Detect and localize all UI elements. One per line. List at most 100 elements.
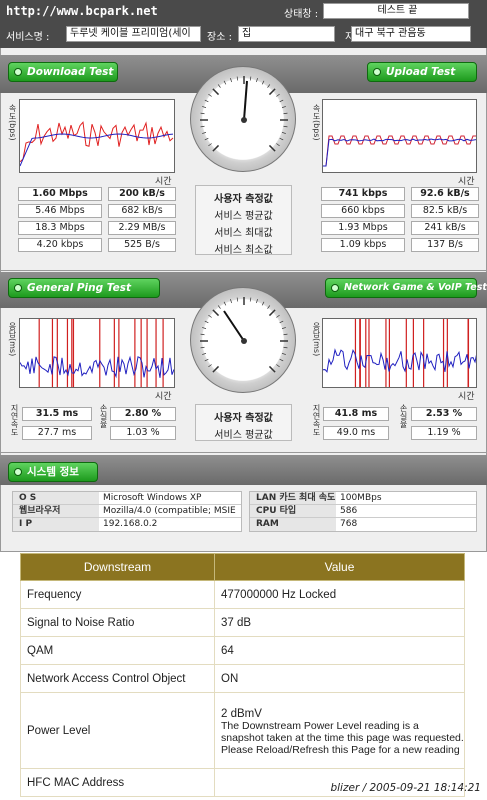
- region-field[interactable]: 대구 북구 관음동: [351, 26, 471, 42]
- gauge-tick: [202, 353, 207, 355]
- status-label: 상태창 :: [284, 9, 319, 20]
- gauge-tick: [279, 137, 284, 141]
- speed-gauge: [190, 66, 296, 172]
- gauge-tick: [276, 364, 280, 368]
- game-user-loss: 2.53 %: [411, 407, 477, 421]
- col-header-value: Value: [214, 553, 465, 581]
- gauge-tick: [202, 106, 207, 108]
- game-avg-loss: 1.19 %: [411, 426, 477, 440]
- button-dot-icon: [14, 284, 22, 292]
- table-row: Network Access Control Object ON: [20, 664, 465, 693]
- table-row: Signal to Noise Ratio 37 dB: [20, 608, 465, 637]
- watermark: blizer / 2005-09-21 18:14:21: [330, 782, 481, 794]
- gauge-needle: [243, 80, 248, 121]
- upload-user-bps: 741 kbps: [321, 187, 405, 201]
- service-field[interactable]: 두루넷 케이블 프리미엄(세이: [66, 26, 201, 42]
- gauge-tick: [200, 346, 205, 349]
- mid-label-user: 사용자 측정값: [214, 413, 273, 424]
- gauge-tick: [267, 305, 271, 309]
- table-row: Power Level 2 dBmV The Downstream Power …: [20, 692, 465, 769]
- system-info-button[interactable]: 시스템 정보: [8, 462, 98, 482]
- system-right-table: LAN 카드 최대 속도 100MBps CPU 타입 586 RAM 768: [249, 491, 477, 532]
- download-trace-red: [19, 121, 174, 163]
- download-avg-bps: 5.46 Mbps: [18, 204, 102, 218]
- place-label: 장소 :: [207, 32, 232, 43]
- gauge-tick: [204, 358, 209, 362]
- mid-label-max: 서비스 최대값: [214, 228, 273, 239]
- upload-chart: [322, 99, 477, 173]
- button-dot-icon: [373, 68, 381, 76]
- download-max-bytes: 2.29 MB/s: [108, 221, 176, 235]
- upload-avg-bps: 660 kbps: [321, 204, 405, 218]
- gauge-tick: [281, 327, 286, 329]
- download-user-bps: 1.60 Mbps: [18, 187, 102, 201]
- gauge-tick: [223, 301, 227, 306]
- ping-avg-delay: 27.7 ms: [22, 426, 92, 440]
- gauge-tick: [200, 125, 205, 128]
- download-avg-bytes: 682 kB/s: [108, 204, 176, 218]
- game-chart: [322, 318, 478, 388]
- button-dot-icon: [331, 284, 339, 292]
- gauge-tick: [223, 80, 227, 85]
- power-level-note: The Downstream Power Level reading is a …: [221, 719, 464, 756]
- site-url: http://www.bcpark.net: [6, 4, 158, 18]
- gauge-tick: [230, 299, 232, 304]
- status-field: 테스트 끝: [323, 3, 469, 19]
- upload-max-bps: 1.93 Mbps: [321, 221, 405, 235]
- mid-label-user: 사용자 측정값: [214, 194, 273, 205]
- system-row-cpu: CPU 타입 586: [250, 505, 476, 518]
- mid-label-avg: 서비스 평균값: [214, 211, 273, 222]
- gauge-tick: [212, 88, 220, 96]
- gauge-tick: [268, 365, 276, 373]
- game-loss-label: 손실율: [399, 404, 408, 428]
- gauge-tick: [283, 125, 288, 128]
- mid-label-avg: 서비스 평균값: [214, 430, 273, 441]
- download-test-button[interactable]: Download Test: [8, 62, 118, 82]
- system-left-table: O S Microsoft Windows XP 웹브라우저 Mozilla/4…: [12, 491, 242, 532]
- gauge-tick: [268, 144, 276, 152]
- gauge-tick: [281, 353, 286, 355]
- gauge-tick: [212, 309, 220, 317]
- ping-chart-svg: [19, 319, 175, 387]
- upload-test-button[interactable]: Upload Test: [367, 62, 477, 82]
- download-max-bps: 18.3 Mbps: [18, 221, 102, 235]
- game-avg-delay: 49.0 ms: [323, 426, 389, 440]
- gauge-tick: [283, 112, 288, 115]
- button-dot-icon: [14, 468, 22, 476]
- gauge-tick: [202, 327, 207, 329]
- download-chart-svg: [19, 121, 174, 167]
- game-user-delay: 41.8 ms: [323, 407, 389, 421]
- system-row-os: O S Microsoft Windows XP: [13, 492, 241, 505]
- service-label: 서비스명 :: [6, 32, 50, 43]
- ping-user-delay: 31.5 ms: [22, 407, 92, 421]
- gauge-tick: [208, 314, 212, 318]
- place-field[interactable]: 집: [238, 26, 335, 42]
- game-chart-svg: [322, 319, 478, 387]
- table-row: QAM 64: [20, 636, 465, 665]
- gauge-tick: [202, 132, 207, 134]
- ping-chart: [19, 318, 175, 388]
- gauge-tick: [212, 365, 220, 373]
- ping-trace: [19, 355, 175, 379]
- gauge-tick: [268, 88, 276, 96]
- download-user-bytes: 200 kB/s: [108, 187, 176, 201]
- gauge-tick: [236, 76, 239, 81]
- network-game-voip-test-button[interactable]: Network Game & VoIP Test: [325, 278, 487, 298]
- upload-min-bytes: 137 B/s: [411, 238, 479, 252]
- gauge-tick: [283, 346, 288, 349]
- gauge-tick: [200, 333, 205, 336]
- game-y-label: 응답(ms): [312, 322, 321, 357]
- download-y-label: 속도(bps): [8, 104, 17, 141]
- download-min-bytes: 525 B/s: [108, 238, 176, 252]
- general-ping-test-button[interactable]: General Ping Test: [8, 278, 160, 298]
- upload-min-bps: 1.09 kbps: [321, 238, 405, 252]
- system-row-ip: I P 192.168.0.2: [13, 518, 241, 531]
- gauge-tick: [204, 320, 209, 324]
- gauge-tick: [230, 78, 232, 83]
- gauge-tick: [267, 84, 271, 88]
- system-row-ram: RAM 768: [250, 518, 476, 531]
- gauge-tick: [249, 76, 252, 81]
- gauge-tick: [200, 112, 205, 115]
- gauge-tick: [276, 93, 280, 97]
- ping-gauge: [190, 287, 296, 393]
